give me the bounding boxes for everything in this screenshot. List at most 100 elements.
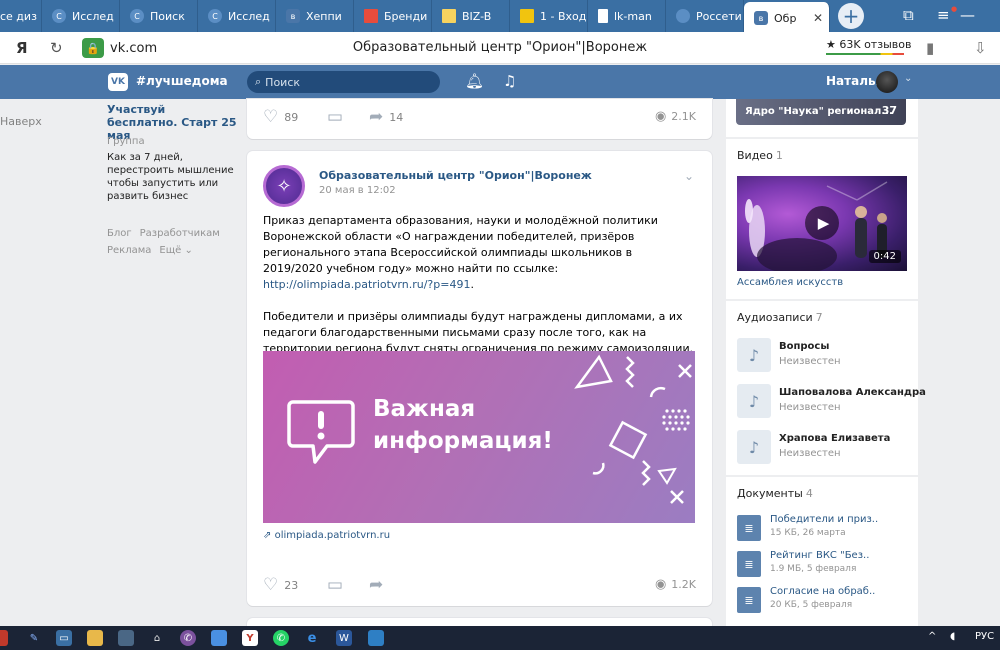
ads-link[interactable]: Реклама xyxy=(107,242,151,259)
comment-button[interactable]: ▭ xyxy=(327,107,349,127)
share-icon: ➦ xyxy=(369,107,384,127)
monitor-icon[interactable]: ▭ xyxy=(56,630,72,646)
chevron-down-icon[interactable]: ⌄ xyxy=(684,169,694,183)
tab-label: BIZ-B xyxy=(462,9,492,23)
browser-tab-active[interactable]: в Обр ✕ xyxy=(744,2,830,34)
word-icon[interactable]: W xyxy=(336,630,352,646)
post-author[interactable]: Образовательный центр "Орион"|Воронеж xyxy=(319,169,592,182)
audio-track[interactable]: ♪ Храпова Елизавета Неизвестен xyxy=(737,430,912,468)
music-note-icon[interactable]: ♪ xyxy=(737,338,771,372)
document-item[interactable]: ≣ Победители и приз.. 15 КБ, 26 марта xyxy=(737,513,912,543)
menu-icon[interactable]: ≡ xyxy=(937,6,950,24)
share-button[interactable]: ➦ 14 xyxy=(369,107,403,127)
tab-label: Поиск xyxy=(150,9,185,23)
close-icon[interactable]: ✕ xyxy=(813,11,823,25)
audio-track[interactable]: ♪ Шаповалова Александра Неизвестен xyxy=(737,384,926,422)
section-title[interactable]: Видео 1 xyxy=(737,149,783,162)
c-icon: C xyxy=(52,9,66,23)
globe-icon xyxy=(676,9,690,23)
document-item[interactable]: ≣ Рейтинг ВКС "Без.. 1.9 МБ, 5 февраля xyxy=(737,549,912,579)
tab-label: lk-man xyxy=(614,9,652,23)
edge-icon[interactable]: e xyxy=(304,630,320,646)
tray-chevron-icon[interactable]: ^ xyxy=(928,631,936,642)
whatsapp-icon[interactable]: ✆ xyxy=(273,630,289,646)
computer-icon[interactable] xyxy=(118,630,134,646)
section-count: 1 xyxy=(775,149,783,162)
yandex-icon[interactable]: Я xyxy=(16,39,28,57)
new-tab-button[interactable]: + xyxy=(838,3,864,29)
blog-link[interactable]: Блог xyxy=(107,225,132,242)
tabs-list-icon[interactable]: ⧉ xyxy=(903,6,914,24)
reviews-badge[interactable]: ★ 63K отзывов xyxy=(826,38,911,55)
yandex-browser-icon[interactable]: Y xyxy=(242,630,258,646)
folder-icon[interactable] xyxy=(87,630,103,646)
browser-tab[interactable]: Россети xyxy=(666,0,744,32)
browser-tab[interactable]: се диз xyxy=(0,0,42,32)
like-button[interactable]: ♡ 89 xyxy=(263,107,298,127)
document-item[interactable]: ≣ Согласие на обраб.. 20 КБ, 5 февраля xyxy=(737,585,912,615)
browser-tab[interactable]: C Поиск xyxy=(120,0,198,32)
video-thumbnail[interactable]: ▶ 0:42 xyxy=(737,176,907,271)
download-icon[interactable]: ⇩ xyxy=(974,39,987,57)
post-date[interactable]: 20 мая в 12:02 xyxy=(319,185,396,196)
section-title[interactable]: Аудиозаписи 7 xyxy=(737,311,823,324)
reviews-rating-bar xyxy=(826,53,904,55)
section-title[interactable]: Документы 4 xyxy=(737,487,813,500)
app-icon[interactable] xyxy=(0,630,8,646)
views-counter: ◉ 1.2K xyxy=(655,577,696,592)
play-icon[interactable]: ▶ xyxy=(805,206,839,240)
site-host-pill[interactable]: 🔒 vk.com xyxy=(82,38,157,58)
browser-tab[interactable]: в Хеппи xyxy=(276,0,354,32)
chevron-down-icon[interactable]: ⌄ xyxy=(904,73,912,84)
nauka-album[interactable]: Ядро "Наука" регионал... 37 xyxy=(736,99,906,125)
document-meta: 15 КБ, 26 марта xyxy=(770,528,846,538)
browser-tab[interactable]: Бренди xyxy=(354,0,432,32)
browser-tab[interactable]: C Исслед xyxy=(42,0,120,32)
language-indicator[interactable]: РУС xyxy=(975,631,994,642)
search-input[interactable] xyxy=(265,75,426,89)
music-note-icon[interactable]: ♪ xyxy=(737,430,771,464)
community-avatar[interactable]: ✧ xyxy=(263,165,305,207)
hashtag-link[interactable]: #лучшедома xyxy=(136,74,228,88)
video-title[interactable]: Ассамблея искусств xyxy=(737,277,843,288)
browser-tab[interactable]: 1 - Вход xyxy=(510,0,588,32)
user-name[interactable]: Наталья xyxy=(826,74,883,88)
back-to-top-link[interactable]: Наверх xyxy=(0,115,42,128)
alert-bubble-icon xyxy=(287,400,355,464)
eye-icon: ◉ xyxy=(654,577,667,592)
minimize-icon[interactable]: — xyxy=(960,6,975,24)
browser-tab[interactable]: C Исслед xyxy=(198,0,276,32)
note-icon[interactable] xyxy=(211,630,227,646)
post-image[interactable]: Важная информация! xyxy=(263,351,695,523)
post-paragraph: Победители и призёры олимпиады будут наг… xyxy=(263,310,694,355)
reload-icon[interactable]: ↻ xyxy=(50,39,63,57)
developers-link[interactable]: Разработчикам xyxy=(140,225,220,242)
speaker-icon[interactable]: ◖ xyxy=(950,631,955,642)
bookmark-icon[interactable]: ▮ xyxy=(926,39,934,57)
comment-icon: ▭ xyxy=(327,575,344,595)
browser-tab[interactable]: BIZ-B xyxy=(432,0,510,32)
more-link[interactable]: Ещё ⌄ xyxy=(159,242,192,259)
post-paragraph: Приказ департамента образования, науки и… xyxy=(263,213,695,293)
banner-line: информация! xyxy=(373,428,553,454)
like-button[interactable]: ♡ 23 xyxy=(263,575,298,595)
audio-track[interactable]: ♪ Вопросы Неизвестен xyxy=(737,338,912,376)
notifications-bell-icon[interactable]: 🔔︎ xyxy=(465,72,484,90)
image-viewer-icon[interactable] xyxy=(368,630,384,646)
avatar[interactable] xyxy=(876,71,898,93)
bag-icon[interactable]: ⌂ xyxy=(149,630,165,646)
browser-tab[interactable]: lk-man xyxy=(588,0,666,32)
decorative-shapes xyxy=(574,354,692,504)
track-artist: Неизвестен xyxy=(779,448,841,459)
comment-button[interactable]: ▭ xyxy=(327,575,349,595)
share-button[interactable]: ➦ xyxy=(369,575,389,595)
music-note-icon[interactable]: ♪ xyxy=(737,384,771,418)
pen-icon[interactable]: ✎ xyxy=(26,630,42,646)
music-icon[interactable]: ♫ xyxy=(503,72,516,90)
vk-logo-icon[interactable]: VK xyxy=(108,73,128,91)
post-link[interactable]: http://olimpiada.patriotvrn.ru/?p=491 xyxy=(263,278,470,291)
link-icon: ⇗ xyxy=(263,530,272,541)
post-text-part: . xyxy=(470,278,474,291)
viber-icon[interactable]: ✆ xyxy=(180,630,196,646)
attachment-link[interactable]: ⇗ olimpiada.patriotvrn.ru xyxy=(263,530,390,541)
